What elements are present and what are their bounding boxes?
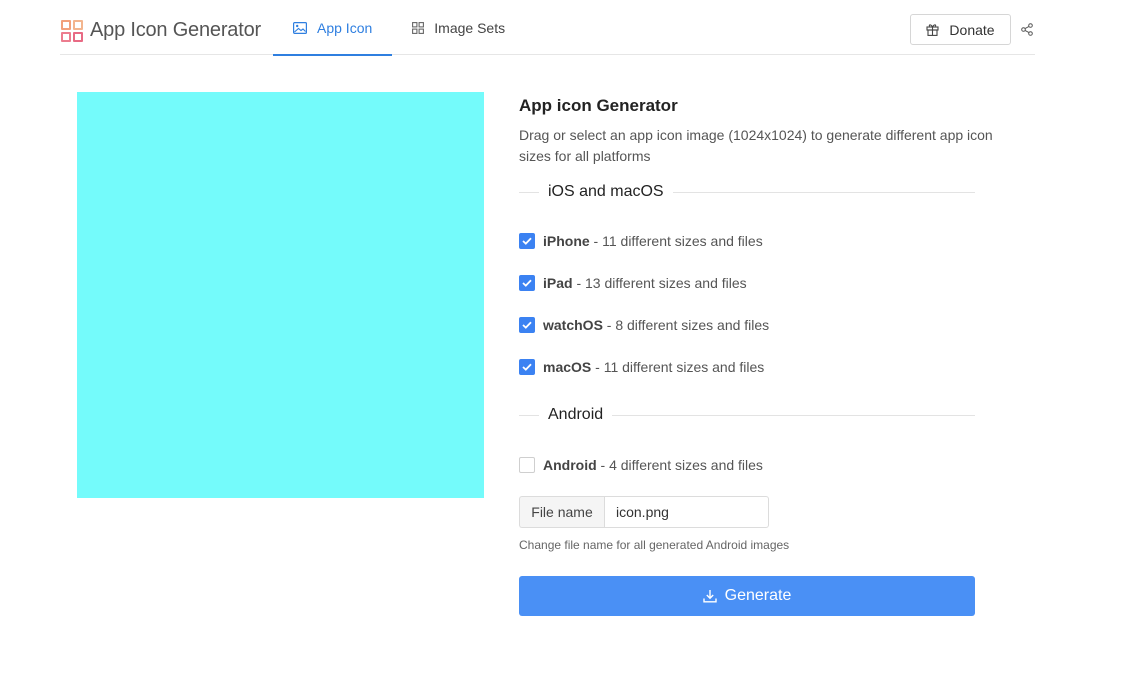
checkbox-checked-icon <box>519 275 535 291</box>
file-name-help: Change file name for all generated Andro… <box>519 538 790 552</box>
checkbox-unchecked-icon <box>519 457 535 473</box>
macos-checkbox[interactable]: macOS - 11 different sizes and files <box>519 357 975 377</box>
watchos-checkbox[interactable]: watchOS - 8 different sizes and files <box>519 315 975 335</box>
option-detail: - 4 different sizes and files <box>596 457 763 473</box>
android-section-divider: Android <box>519 405 975 425</box>
donate-button[interactable]: Donate <box>910 14 1011 45</box>
tab-app-icon[interactable]: App Icon <box>273 0 393 56</box>
iphone-checkbox[interactable]: iPhone - 11 different sizes and files <box>519 231 975 251</box>
checkbox-checked-icon <box>519 233 535 249</box>
option-name: watchOS <box>543 317 603 333</box>
checkbox-checked-icon <box>519 317 535 333</box>
download-icon <box>702 589 717 603</box>
option-name: iPhone <box>543 233 590 249</box>
generate-button[interactable]: Generate <box>519 576 975 616</box>
image-icon <box>293 21 307 34</box>
file-name-group: File name <box>519 496 975 528</box>
gift-icon <box>926 23 939 36</box>
option-detail: - 11 different sizes and files <box>589 233 763 249</box>
top-navbar: App Icon Generator App Icon Image Sets D… <box>60 0 1035 56</box>
android-checkbox[interactable]: Android - 4 different sizes and files <box>519 455 975 475</box>
ios-section-title: iOS and macOS <box>548 183 664 200</box>
app-title: App Icon Generator <box>90 19 261 41</box>
panel-description: Drag or select an app icon image (1024x1… <box>519 127 993 164</box>
tab-image-sets[interactable]: Image Sets <box>392 0 525 55</box>
share-icon[interactable] <box>1020 21 1034 37</box>
option-name: macOS <box>543 359 592 375</box>
logo[interactable]: App Icon Generator <box>61 19 261 42</box>
tab-label: Image Sets <box>434 19 506 36</box>
icon-preview-dropzone[interactable] <box>77 92 484 498</box>
panel-title: App icon Generator <box>519 96 678 115</box>
file-name-label: File name <box>519 496 604 528</box>
generate-label: Generate <box>724 587 792 604</box>
grid-icon <box>412 21 425 34</box>
option-detail: - 11 different sizes and files <box>591 359 765 375</box>
app-logo-icon <box>61 19 83 42</box>
main-tabs: App Icon Image Sets <box>273 0 525 56</box>
checkbox-checked-icon <box>519 359 535 375</box>
ios-section-divider: iOS and macOS <box>519 182 975 202</box>
option-detail: - 8 different sizes and files <box>602 317 770 333</box>
tab-label: App Icon <box>317 19 373 36</box>
option-name: iPad <box>543 275 573 291</box>
file-name-input[interactable] <box>604 496 769 528</box>
option-name: Android <box>543 457 597 473</box>
donate-label: Donate <box>949 21 995 38</box>
android-section-title: Android <box>548 406 604 423</box>
ipad-checkbox[interactable]: iPad - 13 different sizes and files <box>519 273 975 293</box>
option-detail: - 13 different sizes and files <box>572 275 747 291</box>
generator-panel: App icon Generator Drag or select an app… <box>519 92 993 616</box>
